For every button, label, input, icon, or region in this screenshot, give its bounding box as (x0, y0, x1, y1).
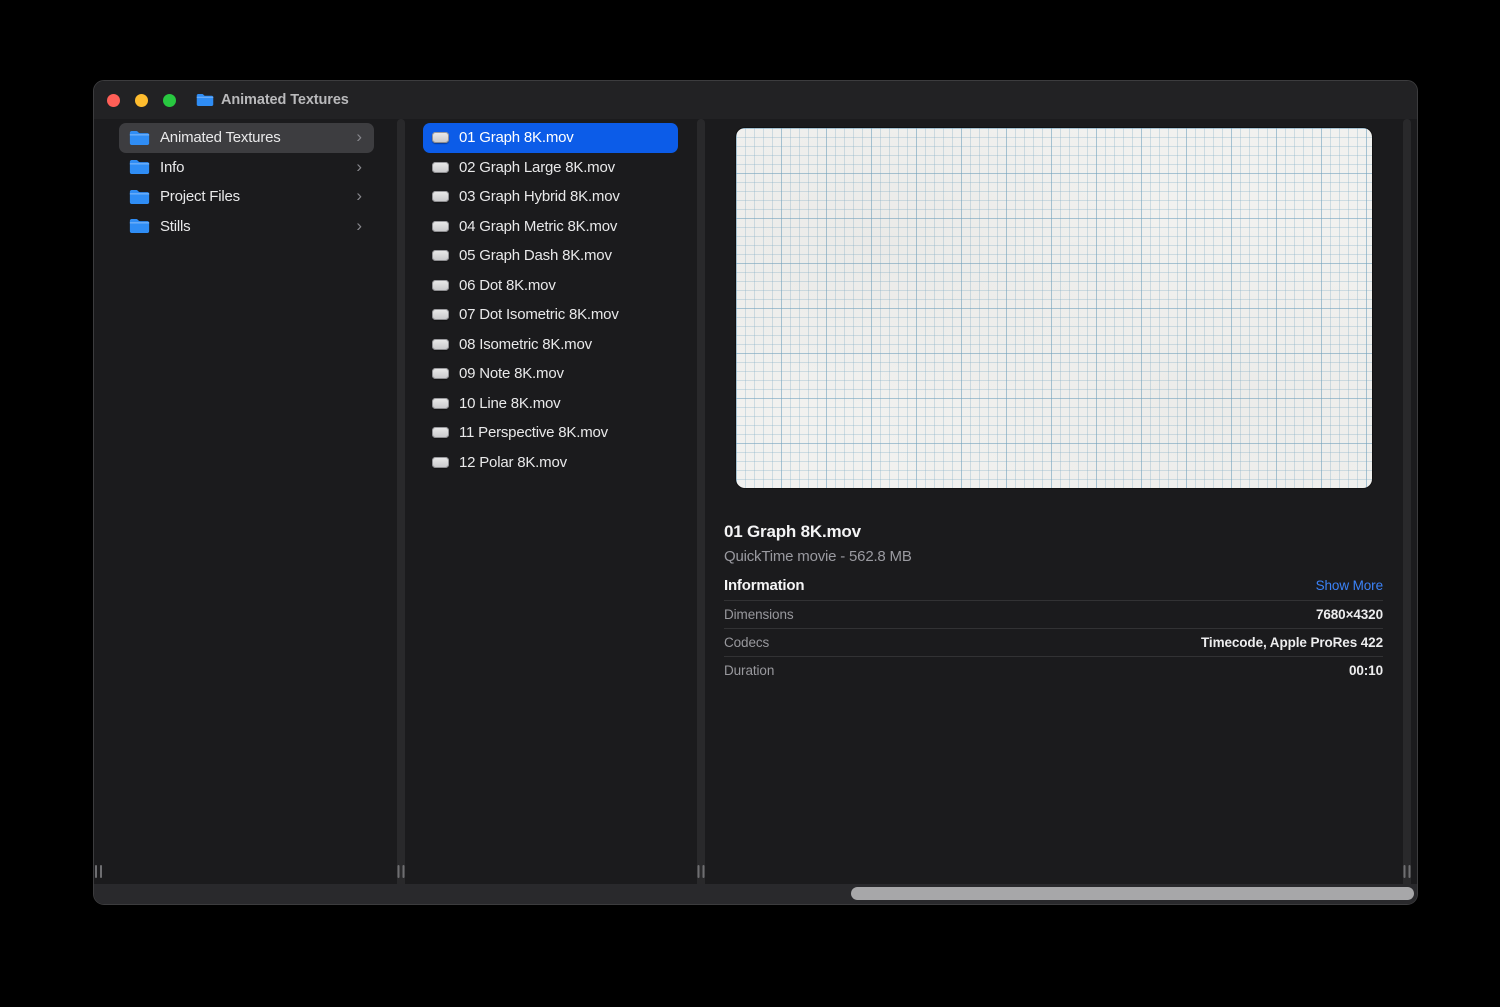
video-preview-thumbnail (736, 128, 1372, 488)
column-resize-handle[interactable] (397, 865, 405, 878)
sidebar-item-project-files[interactable]: Project Files › (119, 182, 374, 212)
file-name-label: 11 Perspective 8K.mov (459, 424, 608, 442)
information-table: Dimensions 7680×4320 Codecs Timecode, Ap… (724, 600, 1383, 684)
sidebar-item-label: Stills (160, 217, 191, 235)
folder-icon (129, 159, 150, 175)
info-value: 00:10 (1348, 663, 1383, 678)
movie-file-icon (432, 368, 449, 380)
preview-pane: 01 Graph 8K.mov QuickTime movie - 562.8 … (705, 119, 1403, 884)
file-name-label: 02 Graph Large 8K.mov (459, 158, 615, 176)
info-value: Timecode, Apple ProRes 422 (1201, 635, 1383, 650)
info-label: Dimensions (724, 607, 794, 622)
file-list-item[interactable]: 06 Dot 8K.mov (423, 271, 678, 301)
file-list-item[interactable]: 02 Graph Large 8K.mov (423, 153, 678, 183)
column-divider[interactable] (397, 119, 405, 884)
file-list-item[interactable]: 03 Graph Hybrid 8K.mov (423, 182, 678, 212)
info-label: Codecs (724, 635, 770, 650)
file-list-item[interactable]: 11 Perspective 8K.mov (423, 418, 678, 448)
movie-file-icon (432, 427, 449, 439)
sidebar: Animated Textures › Info › Project Files… (94, 119, 397, 884)
column-divider[interactable] (697, 119, 705, 884)
file-name-label: 12 Polar 8K.mov (459, 453, 567, 471)
movie-file-icon (432, 397, 449, 409)
horizontal-scrollbar[interactable] (94, 884, 1417, 904)
preview-info: 01 Graph 8K.mov QuickTime movie - 562.8 … (705, 521, 1403, 684)
file-name-label: 06 Dot 8K.mov (459, 276, 556, 294)
sidebar-item-stills[interactable]: Stills › (119, 212, 374, 242)
info-label: Duration (724, 663, 775, 678)
file-list-item[interactable]: 01 Graph 8K.mov (423, 123, 678, 153)
preview-file-meta: QuickTime movie - 562.8 MB (724, 548, 912, 565)
file-name-label: 04 Graph Metric 8K.mov (459, 217, 618, 235)
movie-file-icon (432, 132, 449, 144)
movie-file-icon (432, 161, 449, 173)
sidebar-item-info[interactable]: Info › (119, 153, 374, 183)
movie-file-icon (432, 456, 449, 468)
chevron-right-icon[interactable]: › (356, 158, 362, 175)
file-list-item[interactable]: 04 Graph Metric 8K.mov (423, 212, 678, 242)
column-resize-handle[interactable] (697, 865, 705, 878)
file-list-item[interactable]: 07 Dot Isometric 8K.mov (423, 300, 678, 330)
finder-window: Animated Textures Animated Textures › In… (93, 80, 1418, 905)
browser-columns: Animated Textures › Info › Project Files… (94, 119, 1417, 884)
zoom-button[interactable] (163, 93, 176, 107)
window-title: Animated Textures (221, 92, 349, 108)
file-name-label: 08 Isometric 8K.mov (459, 335, 592, 353)
file-list-item[interactable]: 08 Isometric 8K.mov (423, 330, 678, 360)
traffic-lights (107, 93, 176, 107)
info-row-duration: Duration 00:10 (724, 656, 1383, 684)
chevron-right-icon[interactable]: › (356, 128, 362, 145)
info-row-codecs: Codecs Timecode, Apple ProRes 422 (724, 628, 1383, 656)
sidebar-item-label: Project Files (160, 188, 240, 206)
movie-file-icon (432, 191, 449, 203)
file-name-label: 01 Graph 8K.mov (459, 129, 574, 147)
file-name-label: 05 Graph Dash 8K.mov (459, 247, 612, 265)
preview-file-name: 01 Graph 8K.mov (724, 522, 861, 541)
sidebar-item-label: Info (160, 158, 185, 176)
file-list-item[interactable]: 12 Polar 8K.mov (423, 448, 678, 478)
file-name-label: 07 Dot Isometric 8K.mov (459, 306, 619, 324)
movie-file-icon (432, 309, 449, 321)
file-list: 01 Graph 8K.mov 02 Graph Large 8K.mov 03… (405, 119, 697, 884)
file-name-label: 10 Line 8K.mov (459, 394, 561, 412)
sidebar-item-label: Animated Textures (160, 129, 281, 147)
column-resize-handle[interactable] (95, 865, 102, 878)
column-divider[interactable] (1403, 119, 1411, 884)
movie-file-icon (432, 250, 449, 262)
movie-file-icon (432, 220, 449, 232)
movie-file-icon (432, 279, 449, 291)
column-resize-handle[interactable] (1403, 865, 1411, 878)
folder-icon (129, 218, 150, 234)
sidebar-item-animated-textures[interactable]: Animated Textures › (119, 123, 374, 153)
show-more-link[interactable]: Show More (1316, 578, 1383, 593)
file-list-item[interactable]: 10 Line 8K.mov (423, 389, 678, 419)
file-name-label: 03 Graph Hybrid 8K.mov (459, 188, 620, 206)
file-list-item[interactable]: 05 Graph Dash 8K.mov (423, 241, 678, 271)
info-row-dimensions: Dimensions 7680×4320 (724, 600, 1383, 628)
info-value: 7680×4320 (1315, 607, 1383, 622)
file-name-label: 09 Note 8K.mov (459, 365, 564, 383)
movie-file-icon (432, 338, 449, 350)
folder-icon (196, 93, 214, 107)
file-list-item[interactable]: 09 Note 8K.mov (423, 359, 678, 389)
right-gutter (1411, 119, 1417, 884)
chevron-right-icon[interactable]: › (356, 187, 362, 204)
folder-icon (129, 189, 150, 205)
information-heading: Information (724, 577, 805, 594)
folder-icon (129, 130, 150, 146)
title-bar[interactable]: Animated Textures (94, 81, 1417, 119)
minimize-button[interactable] (135, 93, 148, 107)
close-button[interactable] (107, 93, 120, 107)
horizontal-scrollbar-thumb[interactable] (851, 887, 1414, 900)
chevron-right-icon[interactable]: › (356, 217, 362, 234)
